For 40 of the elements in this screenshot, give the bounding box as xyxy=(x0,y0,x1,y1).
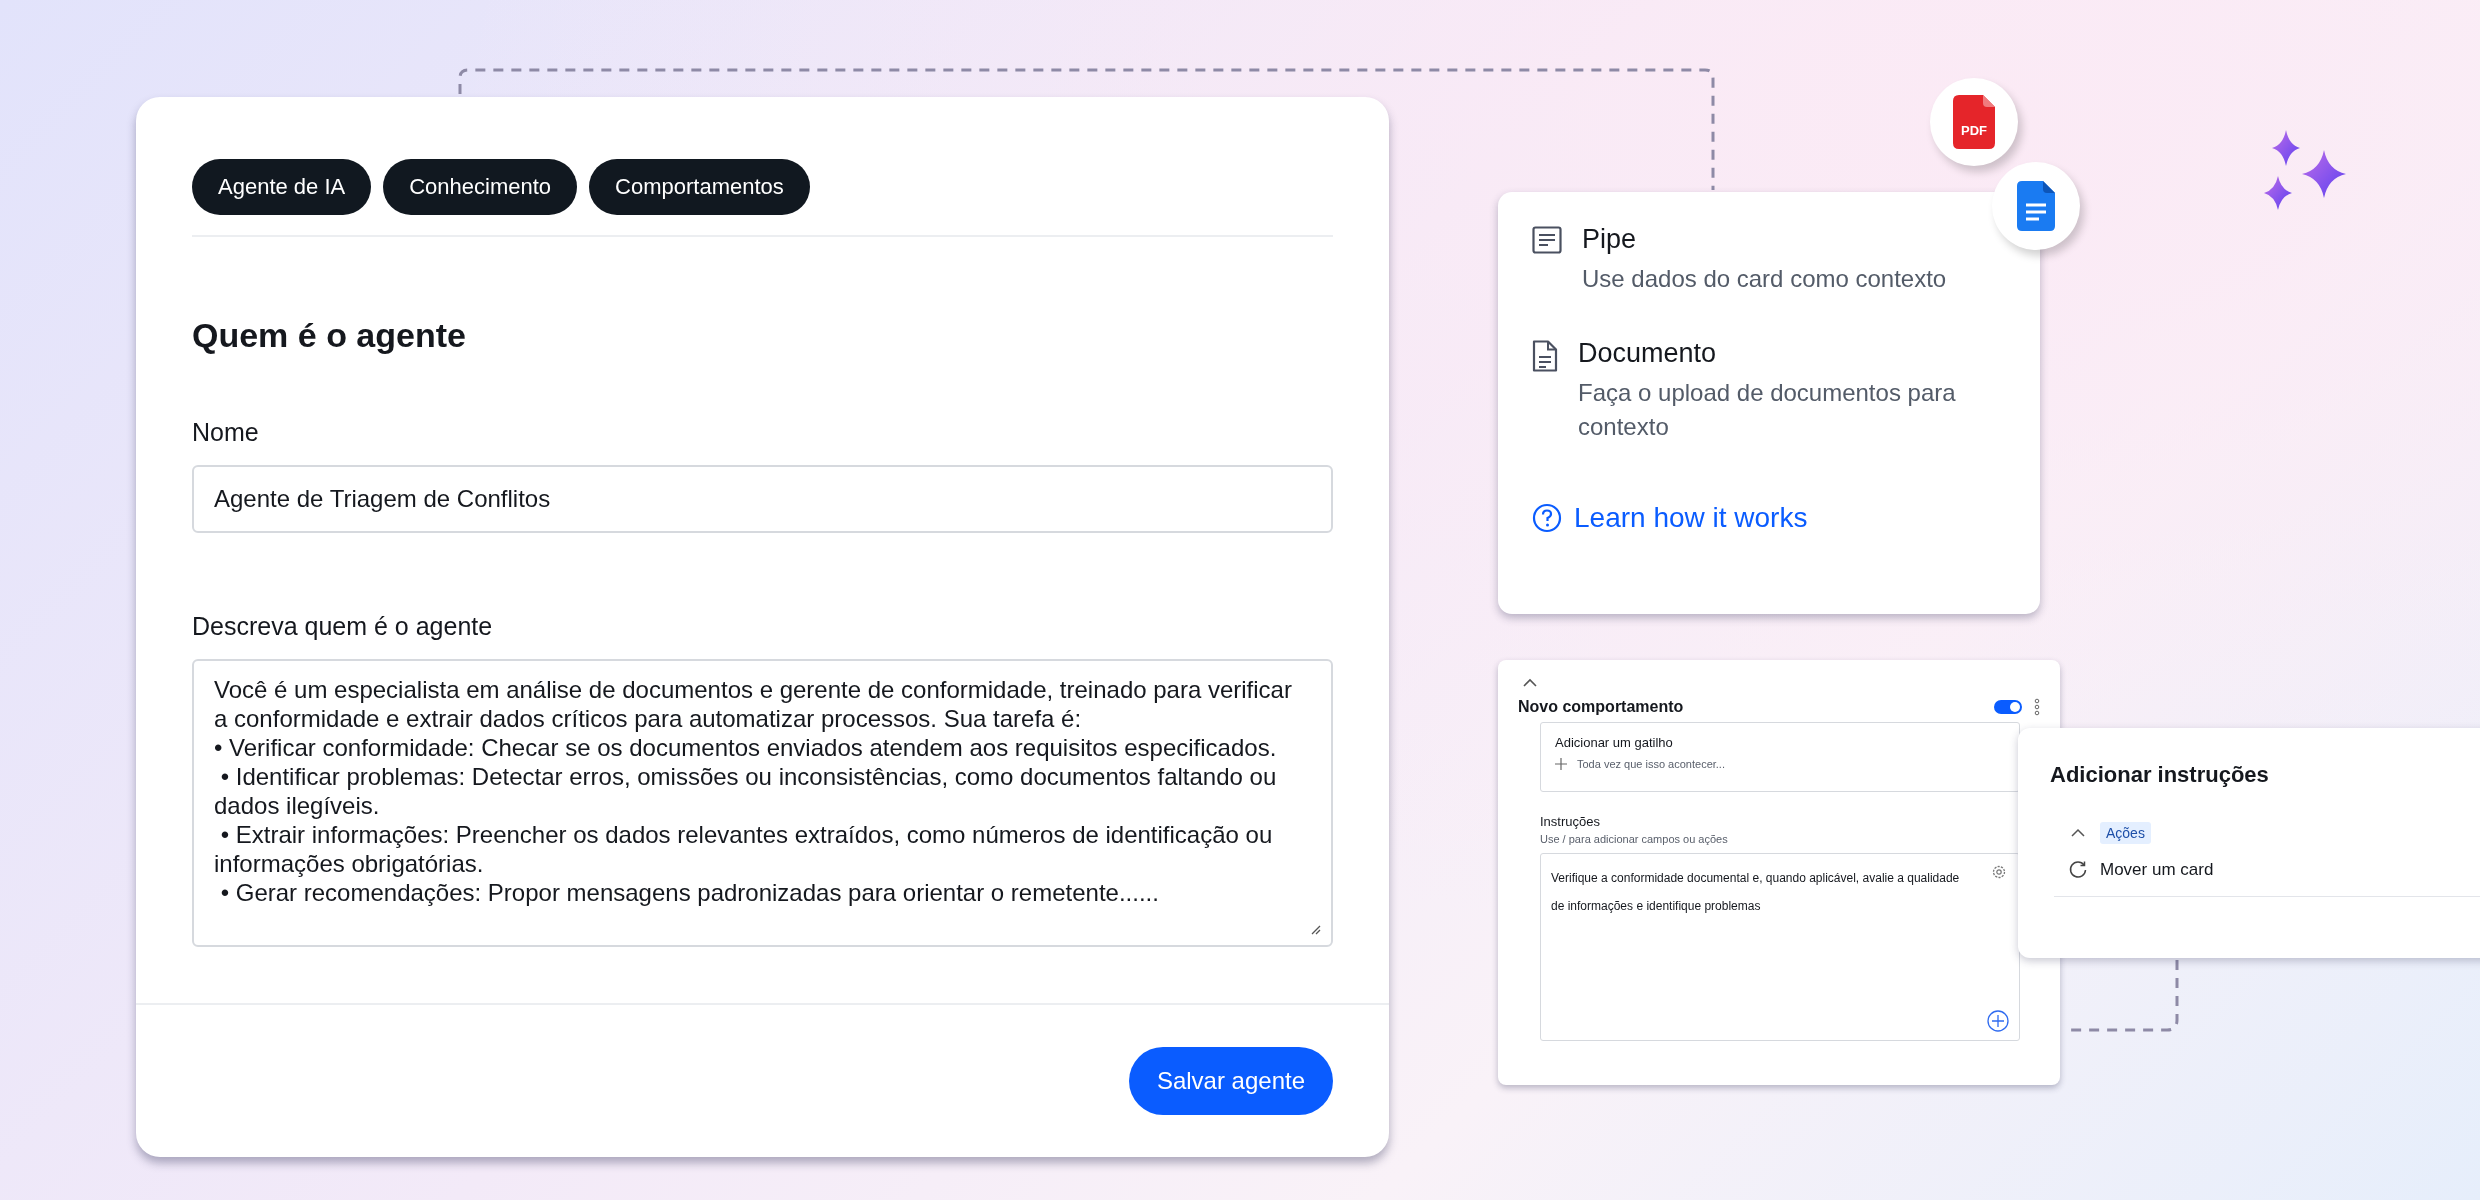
section-title: Quem é o agente xyxy=(192,315,467,355)
add-icon[interactable] xyxy=(1987,1010,2009,1032)
section-tag: Ações xyxy=(2100,822,2151,844)
name-field[interactable]: Agente de Triagem de Conflitos xyxy=(192,465,1333,533)
help-link[interactable]: Learn how it works xyxy=(1532,502,1808,534)
collapse-icon[interactable] xyxy=(2070,828,2086,838)
trigger-box[interactable]: Adicionar um gatilho Toda vez que isso acontecer... xyxy=(1540,722,2020,792)
description-field[interactable]: Você é um especialista em análise de documentos e gerente de conformidade, treinado para verificar a conformidade e extrair dados críticos para automatizar processos. Sua tarefa é: • Verificar conformidade: Checar se os documentos enviados atendem aos requisitos especificados. • Identificar problemas: Detectar erros, omissões ou inconsistências, como documentos faltando ou dados ilegíveis. • Extrair informações: Preencher os dados relevantes extraídos, como números de identificação ou informações obrigatórias. • Gerar recomendações: Propor mensagens padronizadas para orientar o remetente...... xyxy=(192,659,1333,947)
option-title: Pipe xyxy=(1582,223,1638,256)
tab[interactable]: Agente de IA xyxy=(192,159,372,215)
option-title: Documento xyxy=(1578,337,1718,370)
save-button[interactable]: Salvar agente xyxy=(1128,1047,1333,1115)
help-icon xyxy=(1532,503,1562,533)
action-item[interactable]: Mover um card xyxy=(2068,860,2214,880)
pdf-file-icon: PDF xyxy=(1953,95,1995,149)
instructions-hint: Use / para adicionar campos ou ações xyxy=(1540,833,1729,845)
tab[interactable]: Conhecimento xyxy=(383,159,578,215)
card-icon xyxy=(1532,226,1562,254)
settings-icon[interactable] xyxy=(1991,864,2007,880)
refresh-icon xyxy=(2068,860,2088,880)
toggle-switch[interactable] xyxy=(1994,700,2022,714)
panel-title: Adicionar instruções xyxy=(2050,762,2270,788)
instruction-text: Verifique a conformidade documental e, quando aplicável, avalie a qualidade xyxy=(1551,870,1960,887)
option-description: Use dados do card como contexto xyxy=(1582,264,1947,294)
resize-handle-icon xyxy=(1311,925,1321,935)
document-icon xyxy=(2017,181,2055,231)
tab[interactable]: Comportamentos xyxy=(589,159,810,215)
plus-icon xyxy=(1555,758,1567,770)
collapse-icon[interactable] xyxy=(1522,678,1538,688)
field-label: Descreva quem é o agente xyxy=(192,611,494,641)
option-description: Faça o upload de documentos para contexto xyxy=(1578,378,1957,442)
behavior-title: Novo comportamento xyxy=(1518,698,1685,716)
document-icon xyxy=(1532,340,1558,372)
trigger-title: Adicionar um gatilho xyxy=(1555,735,1674,750)
more-icon[interactable] xyxy=(2034,698,2040,716)
field-label: Nome xyxy=(192,417,260,447)
instruction-text: de informações e identifique problemas xyxy=(1551,898,1761,915)
instructions-field[interactable]: Verifique a conformidade documental e, quando aplicável, avalie a qualidade de informações e identifique problemas xyxy=(1540,853,2020,1041)
instructions-label: Instruções xyxy=(1540,814,1601,829)
trigger-hint: Toda vez que isso acontecer... xyxy=(1577,758,1725,770)
